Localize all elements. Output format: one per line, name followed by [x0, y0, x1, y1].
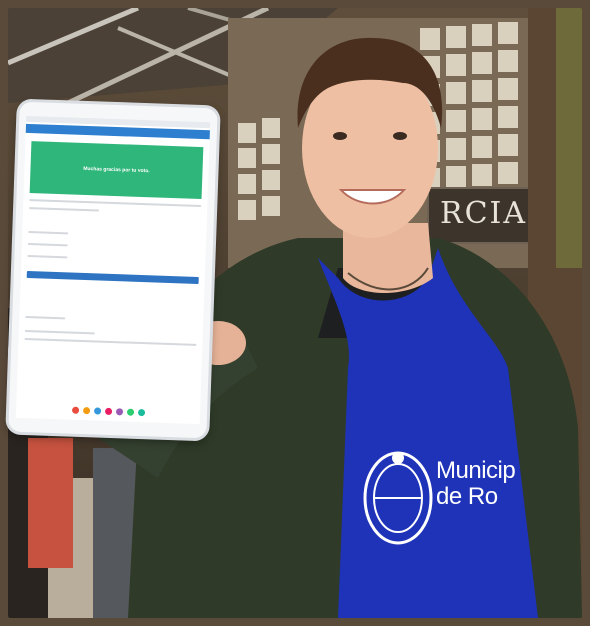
tablet-screen: Muchas gracias por tu voto. — [15, 115, 211, 425]
app-icon[interactable] — [115, 408, 123, 416]
app-icon[interactable] — [137, 408, 145, 417]
submit-button[interactable] — [26, 270, 199, 284]
option-line — [28, 231, 69, 235]
text-line — [29, 199, 202, 208]
app-icon[interactable] — [93, 407, 101, 415]
sign-text: RCIA — [440, 196, 528, 231]
apron-line-2: de Ro — [436, 483, 498, 510]
confirmation-banner: Muchas gracias por tu voto. — [29, 141, 204, 200]
text-line — [29, 207, 100, 212]
app-dock — [16, 405, 200, 418]
app-icon[interactable] — [82, 407, 90, 415]
bystander-coat — [28, 438, 73, 568]
app-icon[interactable] — [71, 406, 79, 414]
plant — [556, 8, 582, 268]
footer-line — [24, 337, 197, 346]
apron-logo-text: Municip de Ro — [436, 457, 516, 510]
eye-left — [333, 132, 347, 140]
app-icon[interactable] — [104, 407, 112, 416]
app-icon[interactable] — [126, 408, 134, 416]
footer-line — [25, 315, 66, 320]
apron-line-1: Municip — [436, 457, 516, 484]
option-line — [27, 255, 68, 259]
footer-line — [24, 329, 95, 335]
option-line — [27, 243, 68, 247]
eye-right — [393, 132, 407, 140]
confirmation-text: Muchas gracias por tu voto. — [83, 165, 150, 175]
tablet: Muchas gracias por tu voto. — [8, 101, 218, 439]
